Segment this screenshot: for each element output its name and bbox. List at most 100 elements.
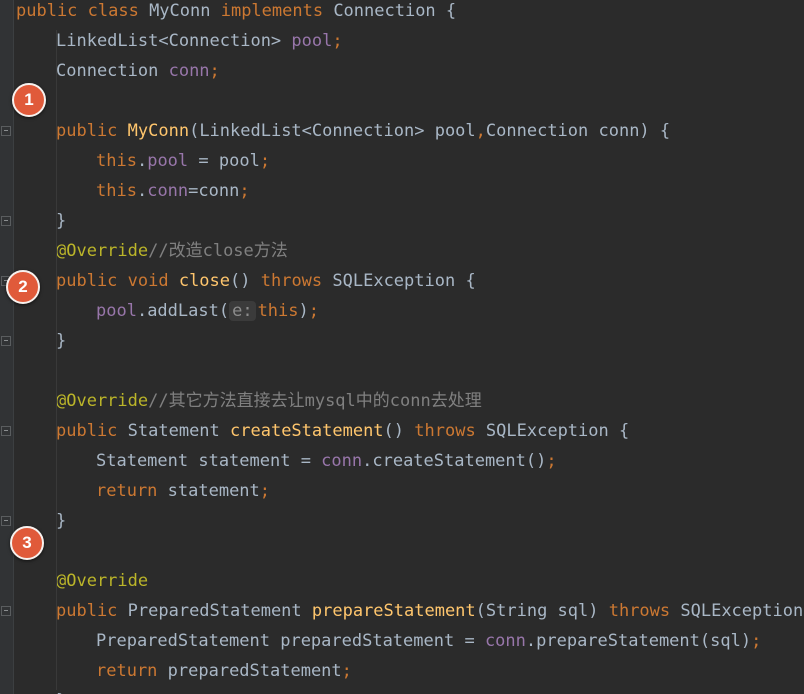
code-line[interactable]: } — [56, 210, 66, 240]
code-token: Statement — [127, 421, 231, 441]
code-token: . — [136, 151, 148, 171]
code-line[interactable]: public class MyConn implements Connectio… — [16, 0, 456, 30]
code-token: ; — [546, 451, 557, 471]
code-token: ) — [298, 301, 309, 321]
code-token: SQLException { — [680, 601, 804, 621]
code-token: SQLException { — [332, 271, 476, 291]
code-line[interactable]: return statement; — [96, 480, 270, 510]
code-token: close — [178, 271, 231, 291]
code-token: this — [96, 151, 137, 171]
code-token: prepareStatement — [311, 601, 476, 621]
code-token: @Override — [56, 571, 149, 591]
annotation-marker-1: 1 — [12, 83, 46, 117]
code-token: this — [96, 181, 137, 201]
code-token: conn — [484, 631, 526, 651]
code-line[interactable]: public void close() throws SQLException … — [56, 270, 476, 300]
code-token: @Override — [56, 241, 149, 261]
code-token: throws — [414, 421, 486, 441]
code-token: () — [230, 271, 261, 291]
code-token: .addLast( — [136, 301, 230, 321]
code-token: =conn — [188, 181, 240, 201]
code-token: ; — [259, 481, 271, 501]
code-token: = pool — [188, 151, 260, 171]
code-line[interactable]: return preparedStatement; — [96, 660, 352, 690]
code-token: } — [56, 331, 67, 351]
code-line[interactable]: } — [56, 690, 66, 694]
code-token: public — [56, 421, 128, 441]
code-line[interactable]: PreparedStatement preparedStatement = co… — [96, 630, 761, 660]
code-token: pool — [96, 301, 137, 321]
code-token: LinkedList<Connection> — [56, 31, 292, 51]
code-token: return — [96, 481, 168, 501]
code-line[interactable]: this.pool = pool; — [96, 150, 270, 180]
code-token: . — [136, 181, 148, 201]
code-line[interactable]: } — [56, 510, 66, 540]
code-token: ; — [239, 181, 250, 201]
code-token: createStatement — [230, 421, 384, 441]
fold-toggle-icon[interactable] — [1, 426, 11, 436]
code-token: SQLException { — [485, 421, 630, 441]
code-token: () — [383, 421, 415, 441]
code-token: ; — [341, 661, 352, 681]
code-token: //其它方法直接去让mysql中的conn去处理 — [148, 391, 482, 411]
code-token: ; — [332, 31, 343, 51]
code-token: Statement statement = — [96, 451, 322, 471]
code-token: throws — [260, 271, 333, 291]
code-token: //改造close方法 — [148, 241, 288, 261]
code-token: this — [257, 301, 299, 321]
code-token: @Override — [56, 391, 149, 411]
code-token: } — [56, 511, 67, 531]
code-token: PreparedStatement preparedStatement = — [96, 631, 485, 651]
code-token: Connection { — [333, 1, 457, 21]
code-token: pool — [147, 151, 189, 171]
code-token: public void — [56, 271, 179, 291]
code-token: ; — [259, 151, 271, 171]
code-line[interactable]: LinkedList<Connection> pool; — [56, 30, 343, 60]
fold-toggle-icon[interactable] — [1, 606, 11, 616]
code-line[interactable]: pool.addLast(e: this); — [96, 300, 319, 330]
code-token: return — [96, 661, 168, 681]
code-token: (LinkedList<Connection> pool — [189, 121, 476, 141]
code-token: public — [56, 121, 128, 141]
annotation-marker-2: 2 — [6, 270, 40, 304]
code-token: conn — [321, 451, 363, 471]
code-token: Connection — [56, 61, 169, 81]
code-token: MyConn — [127, 121, 190, 141]
code-token: ; — [209, 61, 220, 81]
code-token: PreparedStatement — [127, 601, 312, 621]
code-line[interactable]: this.conn=conn; — [96, 180, 250, 210]
fold-toggle-icon[interactable] — [1, 216, 11, 226]
code-token: .prepareStatement(sql) — [525, 631, 752, 651]
code-token: pool — [291, 31, 333, 51]
code-token: preparedStatement — [167, 661, 342, 681]
code-token: public class — [16, 1, 150, 21]
code-token: ; — [751, 631, 762, 651]
fold-toggle-icon[interactable] — [1, 516, 11, 526]
code-line[interactable]: @Override — [56, 570, 148, 600]
code-line[interactable]: Statement statement = conn.createStateme… — [96, 450, 557, 480]
code-line[interactable]: @Override//改造close方法 — [56, 240, 288, 270]
code-token: conn — [168, 61, 210, 81]
code-line[interactable]: } — [56, 330, 66, 360]
code-token: , — [475, 121, 486, 141]
code-token: conn — [147, 181, 189, 201]
code-token: Connection conn) { — [485, 121, 671, 141]
code-token: throws — [608, 601, 681, 621]
code-line[interactable]: public PreparedStatement prepareStatemen… — [56, 600, 804, 630]
annotation-marker-3: 3 — [10, 526, 44, 560]
code-line[interactable]: public MyConn(LinkedList<Connection> poo… — [56, 120, 670, 150]
code-token: statement — [167, 481, 260, 501]
code-token: ; — [308, 301, 320, 321]
code-token: } — [56, 211, 67, 231]
indent-guide — [56, 30, 57, 690]
code-line[interactable]: Connection conn; — [56, 60, 220, 90]
code-line[interactable]: @Override//其它方法直接去让mysql中的conn去处理 — [56, 390, 482, 420]
code-token: public — [56, 601, 128, 621]
code-line[interactable]: public Statement createStatement() throw… — [56, 420, 629, 450]
code-token: implements — [220, 1, 334, 21]
code-token: (String sql) — [475, 601, 609, 621]
fold-toggle-icon[interactable] — [1, 126, 11, 136]
fold-toggle-icon[interactable] — [1, 336, 11, 346]
code-token: MyConn — [149, 1, 221, 21]
code-token: .createStatement() — [362, 451, 547, 471]
